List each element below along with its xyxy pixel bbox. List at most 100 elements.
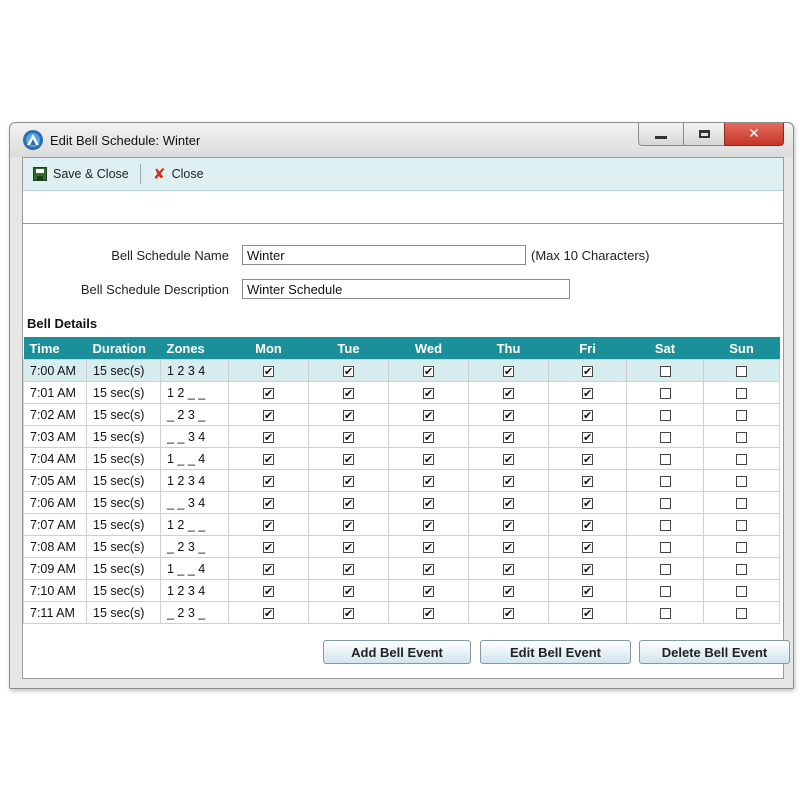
table-row[interactable]: 7:01 AM 15 sec(s) 1 2 _ _ ✔ ✔ ✔ ✔ ✔ (23, 381, 780, 404)
day-checkbox[interactable]: ✔ (503, 607, 514, 619)
schedule-description-input[interactable] (242, 279, 570, 299)
day-checkbox[interactable]: ✔ (343, 563, 354, 575)
table-row[interactable]: 7:11 AM 15 sec(s) _ 2 3 _ ✔ ✔ ✔ ✔ ✔ (23, 601, 780, 624)
minimize-button[interactable] (638, 123, 684, 146)
day-checkbox[interactable]: ✔ (343, 431, 354, 443)
day-checkbox[interactable]: ✔ (423, 387, 434, 399)
add-bell-event-button[interactable]: Add Bell Event (323, 640, 471, 664)
day-checkbox[interactable]: ✔ (582, 431, 593, 443)
day-checkbox[interactable]: ✔ (423, 431, 434, 443)
day-checkbox[interactable]: ✔ (423, 497, 434, 509)
day-checkbox[interactable] (659, 431, 671, 443)
column-header-tue[interactable]: Tue (308, 337, 389, 360)
day-checkbox[interactable]: ✔ (423, 519, 434, 531)
column-header-sat[interactable]: Sat (626, 337, 704, 360)
day-checkbox[interactable]: ✔ (423, 453, 434, 465)
column-header-fri[interactable]: Fri (548, 337, 627, 360)
table-row[interactable]: 7:04 AM 15 sec(s) 1 _ _ 4 ✔ ✔ ✔ ✔ ✔ (23, 447, 780, 470)
day-checkbox[interactable] (659, 585, 671, 597)
delete-bell-event-button[interactable]: Delete Bell Event (639, 640, 790, 664)
day-checkbox[interactable] (736, 563, 747, 575)
day-checkbox[interactable]: ✔ (343, 409, 354, 421)
day-checkbox[interactable] (736, 541, 747, 553)
title-bar[interactable]: Edit Bell Schedule: Winter ✕ (10, 123, 793, 157)
day-checkbox[interactable] (736, 497, 747, 509)
day-checkbox[interactable]: ✔ (263, 431, 274, 443)
day-checkbox[interactable]: ✔ (582, 497, 593, 509)
day-checkbox[interactable] (736, 519, 747, 531)
day-checkbox[interactable] (736, 431, 747, 443)
day-checkbox[interactable]: ✔ (503, 365, 514, 377)
table-row[interactable]: 7:08 AM 15 sec(s) _ 2 3 _ ✔ ✔ ✔ ✔ ✔ (23, 535, 780, 558)
day-checkbox[interactable]: ✔ (343, 541, 354, 553)
day-checkbox[interactable]: ✔ (503, 563, 514, 575)
table-row[interactable]: 7:02 AM 15 sec(s) _ 2 3 _ ✔ ✔ ✔ ✔ ✔ (23, 403, 780, 426)
day-checkbox[interactable] (736, 607, 747, 619)
column-header-mon[interactable]: Mon (228, 337, 309, 360)
table-row[interactable]: 7:07 AM 15 sec(s) 1 2 _ _ ✔ ✔ ✔ ✔ ✔ (23, 513, 780, 536)
day-checkbox[interactable]: ✔ (343, 519, 354, 531)
day-checkbox[interactable]: ✔ (503, 475, 514, 487)
day-checkbox[interactable] (736, 453, 747, 465)
day-checkbox[interactable]: ✔ (503, 585, 514, 597)
day-checkbox[interactable]: ✔ (343, 475, 354, 487)
day-checkbox[interactable] (659, 563, 671, 575)
window-close-button[interactable]: ✕ (724, 123, 784, 146)
day-checkbox[interactable]: ✔ (263, 519, 274, 531)
day-checkbox[interactable]: ✔ (423, 585, 434, 597)
day-checkbox[interactable] (736, 585, 747, 597)
day-checkbox[interactable] (659, 387, 671, 399)
day-checkbox[interactable]: ✔ (263, 541, 274, 553)
day-checkbox[interactable]: ✔ (263, 365, 274, 377)
day-checkbox[interactable]: ✔ (343, 607, 354, 619)
day-checkbox[interactable] (659, 519, 671, 531)
day-checkbox[interactable]: ✔ (582, 409, 593, 421)
day-checkbox[interactable]: ✔ (503, 409, 514, 421)
day-checkbox[interactable]: ✔ (582, 365, 593, 377)
day-checkbox[interactable]: ✔ (503, 541, 514, 553)
table-row[interactable]: 7:00 AM 15 sec(s) 1 2 3 4 ✔ ✔ ✔ ✔ ✔ (23, 359, 780, 382)
day-checkbox[interactable]: ✔ (263, 563, 274, 575)
column-header-time[interactable]: Time (23, 337, 87, 360)
day-checkbox[interactable]: ✔ (503, 519, 514, 531)
day-checkbox[interactable]: ✔ (343, 453, 354, 465)
day-checkbox[interactable]: ✔ (263, 409, 274, 421)
day-checkbox[interactable]: ✔ (503, 497, 514, 509)
day-checkbox[interactable]: ✔ (582, 585, 593, 597)
day-checkbox[interactable] (659, 475, 671, 487)
schedule-name-input[interactable] (242, 245, 526, 265)
day-checkbox[interactable]: ✔ (582, 475, 593, 487)
column-header-zones[interactable]: Zones (160, 337, 229, 360)
day-checkbox[interactable] (659, 365, 671, 377)
table-row[interactable]: 7:09 AM 15 sec(s) 1 _ _ 4 ✔ ✔ ✔ ✔ ✔ (23, 557, 780, 580)
day-checkbox[interactable]: ✔ (503, 431, 514, 443)
day-checkbox[interactable]: ✔ (263, 607, 274, 619)
day-checkbox[interactable]: ✔ (423, 475, 434, 487)
close-button[interactable]: ✘ Close (153, 164, 204, 184)
table-row[interactable]: 7:05 AM 15 sec(s) 1 2 3 4 ✔ ✔ ✔ ✔ ✔ (23, 469, 780, 492)
day-checkbox[interactable]: ✔ (423, 365, 434, 377)
day-checkbox[interactable]: ✔ (343, 387, 354, 399)
table-row[interactable]: 7:03 AM 15 sec(s) _ _ 3 4 ✔ ✔ ✔ ✔ ✔ (23, 425, 780, 448)
day-checkbox[interactable]: ✔ (263, 387, 274, 399)
day-checkbox[interactable]: ✔ (263, 453, 274, 465)
column-header-duration[interactable]: Duration (86, 337, 161, 360)
table-row[interactable]: 7:10 AM 15 sec(s) 1 2 3 4 ✔ ✔ ✔ ✔ ✔ (23, 579, 780, 602)
day-checkbox[interactable] (659, 409, 671, 421)
day-checkbox[interactable]: ✔ (582, 607, 593, 619)
column-header-wed[interactable]: Wed (388, 337, 469, 360)
day-checkbox[interactable]: ✔ (423, 563, 434, 575)
day-checkbox[interactable] (736, 387, 747, 399)
day-checkbox[interactable]: ✔ (503, 453, 514, 465)
day-checkbox[interactable]: ✔ (582, 563, 593, 575)
day-checkbox[interactable]: ✔ (263, 585, 274, 597)
table-row[interactable]: 7:06 AM 15 sec(s) _ _ 3 4 ✔ ✔ ✔ ✔ ✔ (23, 491, 780, 514)
day-checkbox[interactable]: ✔ (423, 409, 434, 421)
day-checkbox[interactable]: ✔ (503, 387, 514, 399)
day-checkbox[interactable]: ✔ (343, 365, 354, 377)
day-checkbox[interactable] (659, 541, 671, 553)
day-checkbox[interactable] (736, 409, 747, 421)
day-checkbox[interactable] (659, 453, 671, 465)
column-header-thu[interactable]: Thu (468, 337, 549, 360)
day-checkbox[interactable]: ✔ (582, 541, 593, 553)
